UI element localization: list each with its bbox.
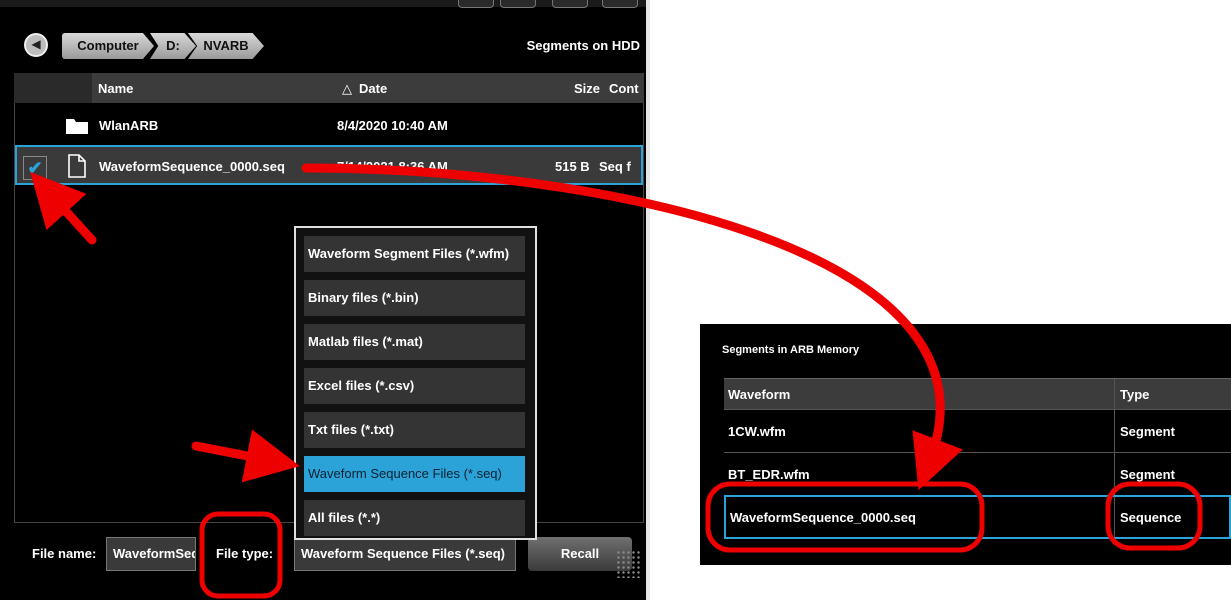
- annotation-highlight: [199, 511, 283, 599]
- annotation-overlay: [30, 163, 1203, 599]
- annotation-arrow: [30, 172, 97, 245]
- annotation-highlight: [705, 481, 985, 553]
- annotation-highlight: [1105, 481, 1203, 551]
- annotation-arrow: [191, 429, 300, 483]
- annotation-curved-arrow: [301, 163, 963, 491]
